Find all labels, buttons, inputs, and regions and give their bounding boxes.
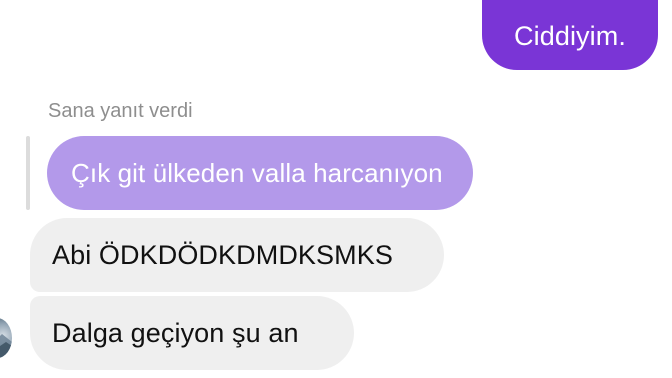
user-avatar-icon[interactable] [0, 318, 12, 358]
sent-message-text: Ciddiyim. [514, 20, 626, 51]
chat-thread: Ciddiyim. Sana yanıt verdi Çık git ülked… [0, 0, 672, 378]
reply-context-label: Sana yanıt verdi [48, 100, 193, 122]
sent-message-bubble[interactable]: Ciddiyim. [482, 0, 658, 70]
received-message-text: Dalga geçiyon şu an [52, 317, 299, 348]
received-message-bubble[interactable]: Dalga geçiyon şu an [30, 296, 354, 370]
received-message-text: Abi ÖDKDÖDKDMDKSMKS [52, 239, 393, 270]
received-message-bubble[interactable]: Abi ÖDKDÖDKDMDKSMKS [30, 218, 444, 292]
quoted-message-text: Çık git ülkeden valla harcanıyon [71, 157, 443, 188]
reply-indicator-bar [26, 136, 30, 210]
quoted-message-bubble[interactable]: Çık git ülkeden valla harcanıyon [47, 136, 473, 210]
